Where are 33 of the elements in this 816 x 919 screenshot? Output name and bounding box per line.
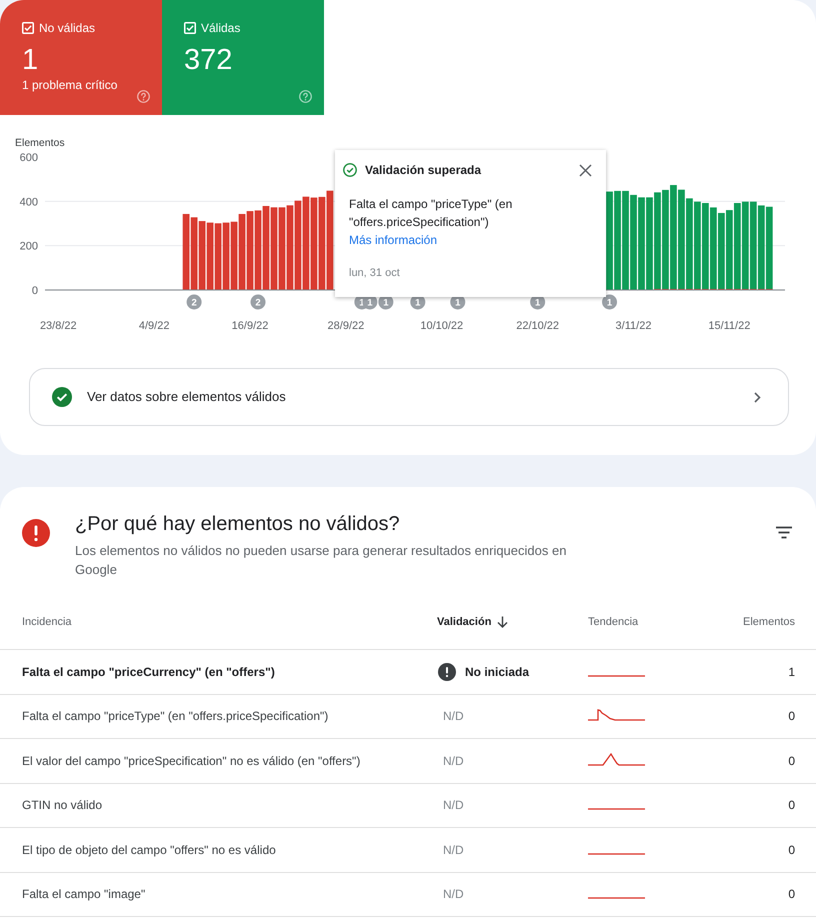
axis-tick-label: 10/10/22 [420,320,464,332]
axis-tick-label: 15/11/22 [708,320,750,332]
axis-tick-label: 3/11/22 [616,320,652,332]
item-count: 0 [788,886,795,902]
axis-tick-label: 16/9/22 [232,320,268,332]
item-count: 0 [788,708,795,724]
validation-status: N/D [442,797,464,814]
axis-tick-label: 600 [20,152,38,164]
axis-tick-label: 28/9/22 [328,320,364,332]
section-title: ¿Por qué hay elementos no válidos? [75,512,400,536]
section-description: Los elementos no válidos no pueden usarse para generar resultados enriquecidos en Google [75,542,568,579]
axis-tick-label: 23/8/22 [40,320,77,332]
axis-tick-label: 0 [32,285,38,297]
issue-summary-text: 1 problema crítico [22,78,118,92]
validation-status: N/D [442,842,464,858]
item-count: 0 [788,752,795,769]
axis-tick-label: 4/9/22 [138,320,170,332]
validation-status: N/D [442,752,464,769]
validation-status: No iniciada [465,664,530,680]
item-count: 1 [788,664,795,680]
axis-tick-label: 22/10/22 [516,320,560,332]
item-count: 0 [788,842,795,858]
item-count: 372 [184,43,232,77]
tooltip-date: lun, 31 oct [349,266,400,281]
axis-tick-label: 200 [20,240,38,253]
validation-status: N/D [442,708,464,724]
axis-title: Elementos [15,137,65,149]
tooltip-title: Validación superada [365,162,482,178]
item-count: 1 [22,43,38,77]
item-count: 0 [788,797,795,814]
axis-tick-label: 400 [20,196,38,208]
tooltip-text: Falta el campo "priceType" (en "offers.priceSpecification") [349,196,514,231]
validation-status: N/D [442,886,464,902]
